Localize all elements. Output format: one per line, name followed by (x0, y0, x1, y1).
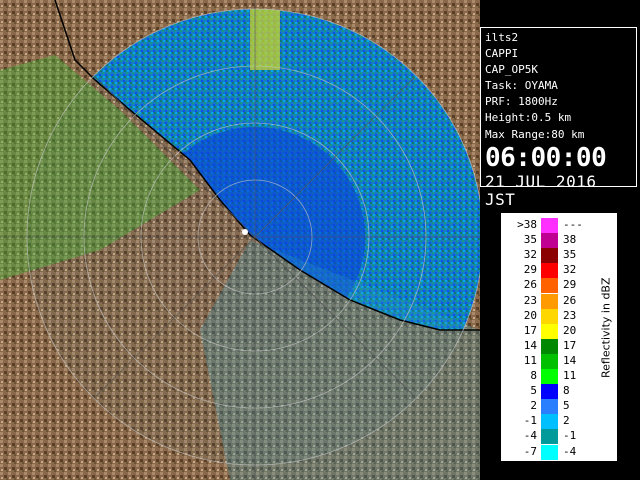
legend-lower-bound: 17 (523, 323, 537, 337)
radar-site-marker (242, 229, 248, 235)
max-range-label: Max Range:80 km (485, 127, 585, 141)
legend-lower-bound: 8 (530, 369, 537, 382)
legend-upper-bound: -1 (563, 429, 577, 443)
legend-color-swatch (541, 429, 558, 445)
legend-color-swatch (541, 353, 558, 369)
legend-title: Reflectivity in dBZ (599, 277, 613, 379)
legend-upper-bound: 14 (563, 353, 577, 367)
task-label: Task: OYAMA (485, 79, 558, 93)
prf-label: PRF: 1800Hz (485, 95, 558, 109)
legend-upper-bound: -4 (563, 444, 577, 458)
legend-color-swatch (541, 369, 558, 384)
legend-upper-bound: 35 (563, 248, 577, 262)
legend-lower-bound: 32 (523, 248, 537, 262)
legend-lower-bound: -1 (523, 414, 537, 428)
legend-lower-bound: >38 (517, 218, 537, 231)
legend-color-swatch (541, 218, 558, 233)
legend-color-swatch (541, 338, 558, 354)
legend-row: -7 -4 (501, 444, 617, 462)
legend-upper-bound: 5 (563, 399, 570, 413)
legend-lower-bound: 29 (523, 263, 537, 277)
date-display: 21 JUL 2016 JST (485, 171, 597, 209)
legend-lower-bound: 23 (523, 293, 537, 307)
station-name: ilts2 (485, 31, 519, 44)
echo-band-north (250, 9, 280, 70)
legend-color-swatch (541, 384, 558, 400)
legend-upper-bound: 20 (563, 323, 577, 337)
product-name: CAPPI (485, 47, 519, 61)
legend-upper-bound: 17 (563, 338, 577, 352)
legend-lower-bound: -4 (523, 429, 537, 443)
legend-color-swatch (541, 444, 558, 460)
legend-color-swatch (541, 263, 558, 279)
legend-lower-bound: 14 (523, 338, 537, 352)
legend-upper-bound: 38 (563, 233, 577, 247)
legend-color-swatch (541, 414, 558, 430)
legend-color-swatch (541, 308, 558, 324)
radar-display[interactable] (0, 0, 480, 480)
legend-lower-bound: -7 (523, 444, 537, 458)
legend-upper-bound: 2 (563, 414, 570, 428)
legend-upper-bound: 32 (563, 263, 577, 277)
legend-lower-bound: 20 (523, 308, 537, 322)
legend-color-swatch (541, 293, 558, 309)
legend-lower-bound: 11 (523, 353, 537, 367)
reflectivity-legend: >38 --- 35 38 32 35 29 32 26 29 23 26 20 23 17 20 14 17 11… (500, 212, 618, 462)
legend-color-swatch (541, 278, 558, 294)
legend-lower-bound: 5 (530, 384, 537, 398)
legend-upper-bound: 8 (563, 384, 570, 398)
legend-color-swatch (541, 323, 558, 339)
legend-lower-bound: 2 (530, 399, 537, 413)
time-display: 06:00:00 (485, 142, 607, 173)
legend-color-swatch (541, 248, 558, 264)
legend-upper-bound: 23 (563, 308, 577, 322)
height-label: Height:0.5 km (485, 111, 572, 125)
legend-upper-bound: 11 (563, 369, 577, 382)
legend-lower-bound: 26 (523, 278, 537, 292)
legend-lower-bound: 35 (523, 233, 537, 247)
info-panel: ilts2 CAPPI CAP_OP5K Task: OYAMA PRF: 18… (480, 27, 637, 208)
legend-color-swatch (541, 399, 558, 415)
legend-upper-bound: 29 (563, 278, 577, 292)
legend-upper-bound: --- (563, 218, 583, 231)
legend-color-swatch (541, 233, 558, 249)
legend-upper-bound: 26 (563, 293, 577, 307)
product-id: CAP_OP5K (485, 63, 538, 77)
